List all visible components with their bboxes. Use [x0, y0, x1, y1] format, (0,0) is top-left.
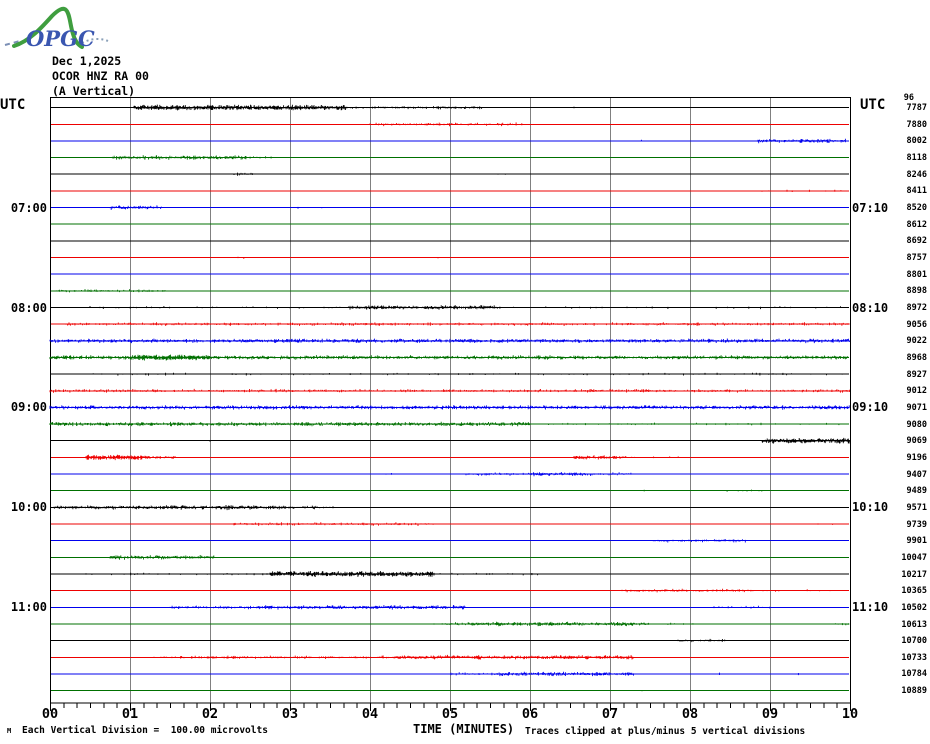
trace-value-label-row20: 9080 — [906, 419, 927, 430]
trace-value-label-row21: 9069 — [906, 436, 927, 447]
trace-value-label-row22: 9196 — [906, 452, 927, 463]
trace-value-label-row31: 10502 — [901, 602, 927, 613]
trace-value-label-row9: 8692 — [906, 236, 927, 247]
right-hour-label-07:10: 07:10 — [852, 200, 889, 215]
trace-value-label-row7: 8520 — [906, 203, 927, 213]
trace-value-label-row16: 8968 — [906, 353, 927, 363]
trace-value-label-row6: 8411 — [906, 186, 927, 197]
trace-value-label-row2: 7880 — [906, 119, 927, 130]
trace-noise-row13 — [89, 305, 841, 310]
trace-value-label-row11: 8801 — [906, 269, 927, 280]
trace-value-label-row24: 9489 — [906, 486, 927, 497]
trace-noise-row15 — [49, 338, 851, 344]
trace-value-label-row17: 8927 — [906, 369, 927, 380]
x-tick-label-03: 03 — [281, 706, 299, 722]
x-tick-label-09: 09 — [761, 706, 779, 722]
trace-value-label-row12: 8898 — [906, 286, 927, 297]
trace-value-label-row23: 9407 — [906, 469, 927, 480]
x-axis-title: TIME (MINUTES) — [413, 722, 515, 736]
trace-value-label-row15: 9022 — [906, 336, 927, 347]
trace-value-label-row3: 8002 — [906, 136, 927, 147]
trace-value-label-row8: 8612 — [906, 219, 927, 230]
micro-glyph: M — [7, 727, 12, 735]
trace-value-label-row32: 10613 — [901, 619, 927, 630]
x-tick-label-08: 08 — [681, 706, 699, 722]
helicorder-plot — [49, 97, 851, 711]
clip-note: Traces clipped at plus/minus 5 vertical … — [525, 726, 806, 737]
trace-value-label-row36: 10889 — [901, 686, 927, 697]
trace-value-label-row33: 10700 — [901, 636, 927, 647]
trace-value-label-row29: 10217 — [901, 569, 927, 580]
trace-noise-row25 — [53, 505, 334, 511]
left-hour-label-09:00: 09:00 — [10, 400, 47, 415]
trace-noise-row28 — [109, 555, 215, 560]
right-hour-label-08:10: 08:10 — [852, 300, 889, 315]
trace-value-label-row25: 9571 — [906, 502, 927, 513]
x-tick-label-05: 05 — [441, 706, 459, 722]
trace-value-label-row14: 9056 — [906, 319, 927, 330]
trace-value-label-row4: 8118 — [906, 153, 927, 164]
helicorder-page: OPGC Dec 1,2025 OCOR HNZ RA 00 (A Vertic… — [0, 0, 930, 744]
trace-value-label-row34: 10733 — [901, 652, 927, 663]
right-hour-label-11:10: 11:10 — [852, 600, 889, 615]
trace-value-label-row27: 9901 — [906, 536, 927, 547]
left-hour-label-07:00: 07:00 — [10, 200, 47, 215]
trace-value-label-row5: 8246 — [906, 169, 927, 180]
x-tick-label-06: 06 — [521, 706, 539, 722]
x-tick-label-02: 02 — [201, 706, 219, 722]
left-hour-label-08:00: 08:00 — [10, 300, 47, 315]
trace-value-label-row10: 8757 — [906, 253, 927, 263]
trace-value-label-row1: 7787 — [906, 103, 927, 114]
x-tick-label-07: 07 — [601, 706, 619, 722]
scale-note: Each Vertical Division = 100.00 microvol… — [22, 725, 268, 736]
left-hour-label-10:00: 10:00 — [10, 500, 47, 515]
x-tick-label-01: 01 — [121, 706, 139, 722]
trace-value-label-row26: 9739 — [906, 519, 927, 530]
trace-value-label-row13: 8972 — [906, 303, 927, 313]
left-hour-label-11:00: 11:00 — [10, 600, 47, 615]
trace-value-label-row18: 9012 — [906, 386, 927, 397]
trace-value-label-row28: 10047 — [901, 552, 927, 563]
trace-value-label-row19: 9071 — [906, 402, 927, 413]
trace-value-label-row35: 10784 — [901, 669, 927, 680]
x-tick-label-04: 04 — [361, 706, 379, 722]
right-hour-label-09:10: 09:10 — [852, 400, 889, 415]
right-hour-label-10:10: 10:10 — [852, 500, 889, 515]
x-tick-label-10: 10 — [841, 706, 859, 722]
x-tick-label-00: 00 — [41, 706, 59, 722]
trace-noise-row19 — [49, 405, 850, 410]
trace-value-label-row30: 10365 — [901, 586, 927, 597]
